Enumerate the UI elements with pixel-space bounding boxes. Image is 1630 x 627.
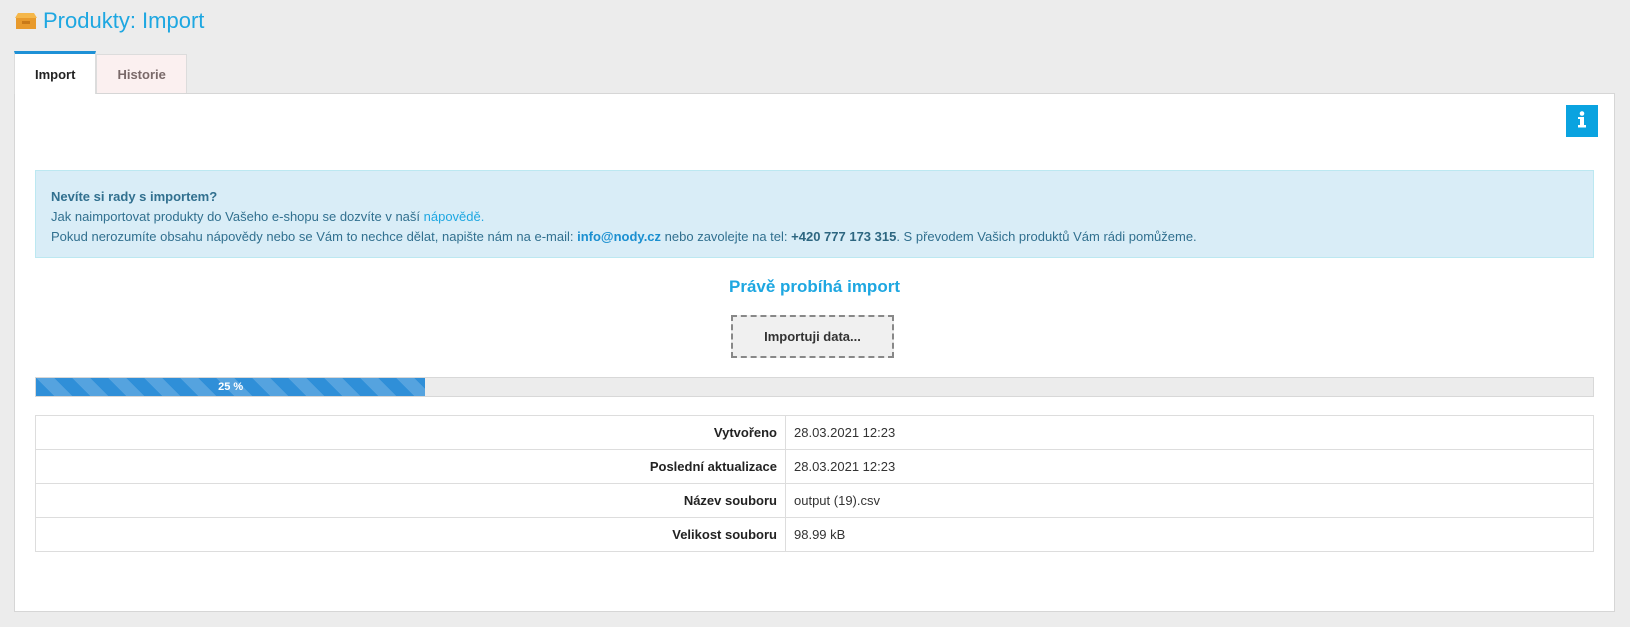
progress-fill: 25 % xyxy=(36,378,426,396)
box-icon xyxy=(15,12,37,30)
help-link[interactable]: nápovědě. xyxy=(424,209,485,224)
detail-label: Název souboru xyxy=(35,483,786,518)
alert-line-2-text: Pokud nerozumíte obsahu nápovědy nebo se… xyxy=(51,229,578,244)
page-header: Produkty: Import xyxy=(15,6,204,36)
import-details-table: Vytvořeno 28.03.2021 12:23 Poslední aktual… xyxy=(35,415,1594,552)
table-row: Název souboru output (19).csv xyxy=(35,483,1594,518)
info-icon xyxy=(1577,110,1587,132)
table-row: Vytvořeno 28.03.2021 12:23 xyxy=(35,415,1594,450)
detail-value: 28.03.2021 12:23 xyxy=(785,449,1594,484)
table-row: Velikost souboru 98.99 kB xyxy=(35,517,1594,552)
detail-value: output (19).csv xyxy=(785,483,1594,518)
alert-heading: Nevíte si rady s importem? xyxy=(51,189,218,204)
detail-value: 28.03.2021 12:23 xyxy=(785,415,1594,450)
info-button[interactable] xyxy=(1566,105,1598,137)
email-link[interactable]: info@nody.cz xyxy=(577,229,661,244)
detail-value: 98.99 kB xyxy=(785,517,1594,552)
alert-line-1-text: Jak naimportovat produkty do Vašeho e-sh… xyxy=(51,209,424,224)
alert-line-2-end: . S převodem Vašich produktů Vám rádi po… xyxy=(896,229,1197,244)
detail-label: Poslední aktualizace xyxy=(35,449,786,484)
importing-button[interactable]: Importuji data... xyxy=(731,315,894,358)
help-alert: Nevíte si rady s importem? Jak naimporto… xyxy=(35,170,1594,258)
alert-line-2-mid: nebo zavolejte na tel: xyxy=(661,229,792,244)
detail-label: Vytvořeno xyxy=(35,415,786,450)
detail-label: Velikost souboru xyxy=(35,517,786,552)
tab-import[interactable]: Import xyxy=(14,51,97,94)
tab-bar: Import Historie xyxy=(14,51,187,94)
phone-number: +420 777 173 315 xyxy=(791,229,897,244)
import-status-heading: Právě probíhá import xyxy=(729,277,900,296)
progress-bar: 25 % xyxy=(35,377,1594,397)
import-panel: Nevíte si rady s importem? Jak naimporto… xyxy=(14,93,1615,612)
table-row: Poslední aktualizace 28.03.2021 12:23 xyxy=(35,449,1594,484)
alert-line-2: Pokud nerozumíte obsahu nápovědy nebo se… xyxy=(51,227,1578,247)
alert-line-1: Jak naimportovat produkty do Vašeho e-sh… xyxy=(51,207,1578,227)
tab-historie[interactable]: Historie xyxy=(96,54,187,93)
page-title: Produkty: Import xyxy=(43,8,205,33)
